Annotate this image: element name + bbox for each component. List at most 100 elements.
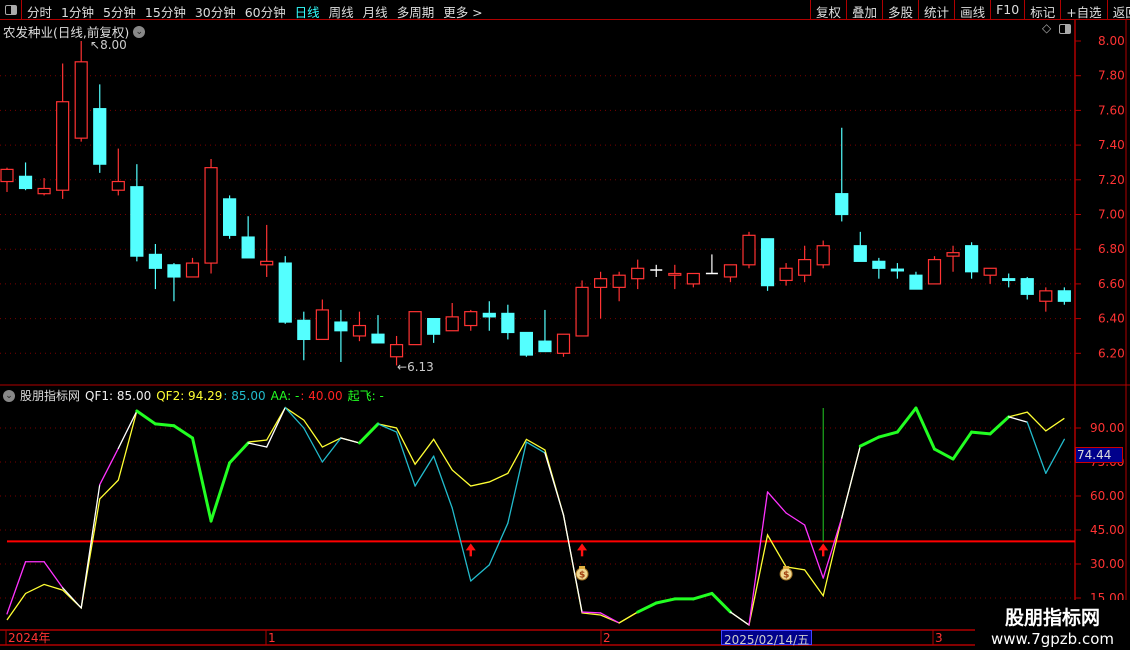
qf1-segment	[1026, 421, 1047, 474]
candle-body	[593, 278, 608, 288]
candle-body	[575, 286, 589, 337]
candle	[668, 264, 682, 290]
qf1-segment	[321, 437, 342, 463]
candle	[835, 127, 849, 222]
candle-body	[278, 262, 292, 323]
qf1-segment	[1045, 438, 1065, 474]
qf1-segment	[841, 445, 861, 519]
candle	[1002, 273, 1016, 288]
qf1-segment	[766, 491, 787, 514]
qf1-segment	[340, 437, 361, 444]
qf1-segment	[117, 410, 138, 450]
chart-canvas[interactable]: 8.00 7.80 7.60 7.40 7.20 7.00 6.80 6.60 6.40 6.20…	[0, 0, 1130, 650]
qf1-segment	[153, 422, 176, 428]
candle-body	[334, 321, 348, 332]
candle-body	[1057, 290, 1071, 302]
candle	[37, 178, 51, 196]
candle-body	[167, 264, 181, 278]
qf1-segment	[266, 406, 286, 448]
indicator-tick-label: 60.00	[1090, 489, 1124, 503]
arrow-head	[577, 543, 588, 551]
candle-body	[519, 331, 534, 356]
candle	[204, 158, 218, 274]
qf1-segment	[785, 512, 806, 526]
qf1-segment	[599, 612, 620, 624]
qf1-segment	[970, 430, 992, 436]
qf1-segment	[933, 447, 955, 461]
qf1-segment	[525, 441, 546, 454]
candle	[315, 299, 329, 341]
candle	[223, 195, 237, 239]
candle	[816, 240, 830, 269]
qf1-segment	[895, 406, 918, 434]
candle	[1039, 287, 1053, 312]
candle	[167, 263, 181, 302]
qf1-segment	[988, 415, 1011, 436]
candle-body	[612, 274, 626, 288]
candle-body	[556, 333, 571, 354]
candle-body	[241, 236, 255, 259]
candle-body	[371, 333, 385, 344]
candle	[0, 167, 14, 192]
qf1-segment	[804, 524, 824, 579]
arrow-shaft	[822, 549, 825, 557]
qf1-segment	[691, 591, 714, 601]
watermark-url: www.7gpzb.com	[991, 630, 1114, 648]
qf1-segment	[451, 507, 472, 582]
indicator-tick-label: 45.00	[1090, 523, 1124, 537]
candle	[983, 267, 997, 284]
candle-body	[798, 259, 812, 276]
qf1-segment	[748, 491, 769, 626]
price-tick-label: 7.00	[1098, 208, 1125, 222]
candle-body	[315, 309, 329, 341]
qf1-segment	[858, 435, 881, 448]
candle-body	[1039, 290, 1053, 302]
qf1-segment	[43, 561, 64, 589]
qf1-segment	[488, 522, 509, 566]
candle-body	[909, 274, 923, 290]
time-label: 2024年	[8, 631, 51, 645]
panel-toggle-icon[interactable]	[1058, 22, 1072, 36]
low-price-marker: ←6.13	[397, 360, 434, 374]
candle	[798, 245, 812, 283]
dollar-sign: $	[579, 571, 585, 581]
indicator-tick-label: 30.00	[1090, 557, 1124, 571]
candle	[1057, 287, 1071, 305]
candle	[519, 331, 534, 357]
candle-body	[983, 267, 997, 276]
candle	[538, 309, 552, 353]
qf1-segment	[618, 611, 639, 624]
candle-body	[130, 186, 144, 257]
candle	[93, 84, 107, 173]
candle	[631, 259, 645, 290]
buy-arrow-icon	[465, 543, 476, 557]
candle-body	[853, 245, 867, 262]
qf1-segment	[581, 611, 602, 614]
qf1-segment	[636, 601, 658, 614]
candle	[650, 264, 663, 277]
candle	[408, 311, 422, 346]
qf1-segment	[135, 409, 157, 426]
price-tick-label: 7.20	[1098, 173, 1125, 187]
candle	[593, 271, 608, 319]
price-tick-label: 8.00	[1098, 34, 1125, 48]
qf1-segment	[877, 430, 899, 439]
candle-body	[1002, 278, 1016, 282]
qf1-segment	[191, 436, 213, 523]
price-tick-label: 7.40	[1098, 138, 1125, 152]
candle-body	[631, 267, 645, 280]
candle	[482, 301, 496, 331]
candle	[297, 311, 311, 361]
candle	[260, 224, 274, 277]
buy-arrow-icon	[818, 543, 829, 557]
candle	[612, 271, 626, 302]
candle	[890, 263, 905, 279]
qf1-segment	[654, 597, 677, 605]
candle	[909, 271, 923, 290]
candle-body	[927, 259, 942, 285]
qf1-segment	[710, 591, 732, 614]
candle	[964, 242, 979, 279]
candle	[872, 257, 886, 279]
diamond-icon[interactable]: ◇	[1042, 21, 1051, 35]
candle-body	[723, 264, 738, 278]
